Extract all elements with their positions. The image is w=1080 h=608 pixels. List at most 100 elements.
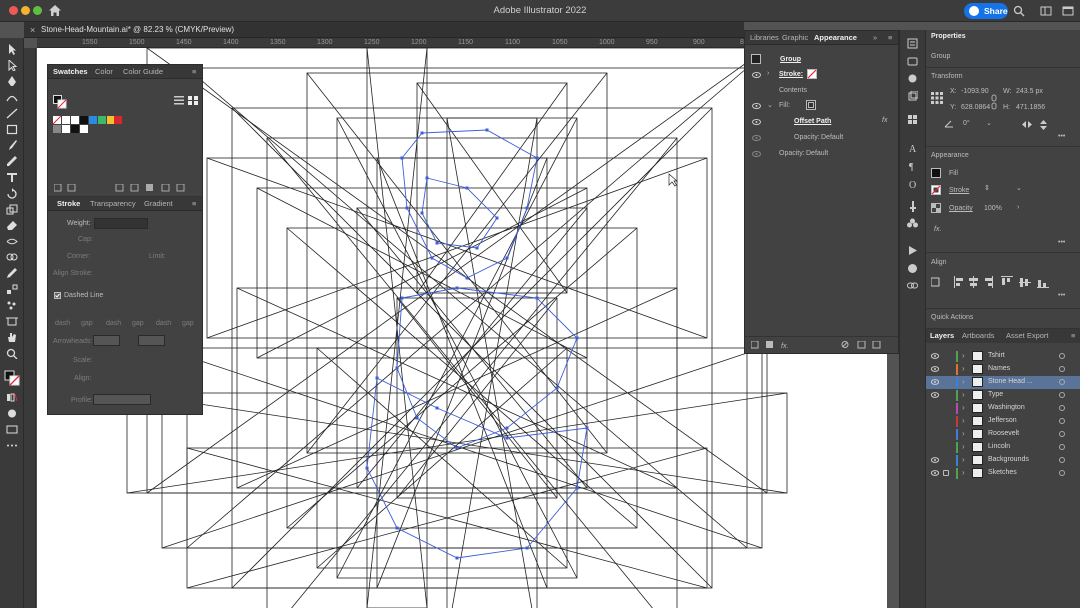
y-field[interactable]: 628.0864	[961, 104, 990, 111]
blend-tool-icon[interactable]	[6, 284, 18, 295]
panel-menu-icon[interactable]: ≡	[192, 67, 196, 76]
anchor-point[interactable]	[425, 176, 429, 180]
layer-row[interactable]: › Washington	[926, 402, 1080, 415]
align-buttons[interactable]	[931, 276, 1076, 288]
pencil-tool-icon[interactable]	[6, 156, 18, 167]
scale-tool-icon[interactable]	[6, 204, 18, 215]
type-tool-icon[interactable]	[6, 172, 18, 183]
layer-row[interactable]: › Type	[926, 389, 1080, 402]
anchor-point[interactable]	[535, 296, 539, 300]
anchor-point[interactable]	[455, 446, 459, 450]
layer-name[interactable]: Stone Head ...	[988, 378, 1033, 385]
anchor-point[interactable]	[525, 546, 529, 550]
chevron-right-icon[interactable]: ›	[962, 351, 965, 360]
constrain-proportions-icon[interactable]	[991, 94, 997, 110]
fill-stroke-swatch-icon[interactable]	[53, 95, 67, 109]
fx-effects-icon[interactable]: fx.	[934, 226, 941, 233]
direct-selection-tool-icon[interactable]	[6, 60, 18, 71]
artboard-tool-icon[interactable]	[6, 316, 18, 327]
swatches-dock-icon[interactable]	[907, 114, 918, 125]
arrange-documents-icon[interactable]	[1040, 5, 1052, 17]
start-arrowhead-select[interactable]	[93, 335, 120, 346]
anchor-point[interactable]	[415, 416, 419, 420]
line-tool-icon[interactable]	[6, 108, 18, 119]
symbol-sprayer-tool-icon[interactable]	[6, 300, 18, 311]
chevron-right-icon[interactable]: ›	[962, 390, 965, 399]
target-circle-icon[interactable]	[1059, 366, 1065, 372]
graphic-styles-icon[interactable]	[907, 263, 918, 274]
fill-label[interactable]: Fill	[949, 170, 958, 177]
actions-play-icon[interactable]	[907, 245, 918, 256]
visibility-toggle-empty[interactable]	[931, 431, 939, 437]
panel-menu-icon[interactable]: ≡	[192, 199, 196, 208]
anchor-point[interactable]	[585, 426, 589, 430]
chevron-right-icon[interactable]: ›	[962, 377, 965, 386]
anchor-point[interactable]	[575, 486, 579, 490]
tab-swatches[interactable]: Swatches	[53, 67, 88, 76]
layer-row[interactable]: › Stone Head ...	[926, 376, 1080, 389]
fx-icon[interactable]: fx	[882, 117, 887, 124]
flip-horizontal-icon[interactable]	[1022, 120, 1032, 129]
target-circle-icon[interactable]	[1059, 379, 1065, 385]
visibility-toggle-empty[interactable]	[931, 405, 939, 411]
anchor-point[interactable]	[555, 386, 559, 390]
target-circle-icon[interactable]	[1059, 457, 1065, 463]
workspace-icon[interactable]	[1062, 5, 1074, 17]
layer-row[interactable]: › Jefferson	[926, 415, 1080, 428]
rotate-tool-icon[interactable]	[6, 188, 18, 199]
layer-name[interactable]: Sketches	[988, 469, 1017, 476]
vertical-ruler[interactable]	[24, 48, 36, 608]
stroke-weight-stepper-icon[interactable]: ⇕	[984, 184, 990, 192]
grid-view-icon[interactable]	[188, 96, 198, 105]
chevron-down-icon[interactable]: ⌄	[767, 101, 773, 109]
width-tool-icon[interactable]	[6, 236, 18, 247]
layer-name[interactable]: Roosevelt	[988, 430, 1019, 437]
anchor-point[interactable]	[365, 466, 369, 470]
list-view-icon[interactable]	[174, 96, 184, 105]
opacity-chevron-icon[interactable]: ›	[1017, 204, 1019, 211]
layer-name[interactable]: Jefferson	[988, 417, 1017, 424]
eraser-tool-icon[interactable]	[6, 220, 18, 231]
visibility-eye-icon[interactable]	[931, 392, 939, 398]
lock-icon[interactable]	[943, 470, 949, 476]
tab-artboards[interactable]: Artboards	[962, 331, 995, 340]
character-panel-icon[interactable]: A	[907, 142, 918, 153]
anchor-point[interactable]	[375, 376, 379, 380]
x-field[interactable]: -1093.90	[961, 88, 989, 95]
tab-asset-export[interactable]: Asset Export	[1006, 331, 1049, 340]
anchor-point[interactable]	[465, 186, 469, 190]
properties-panel-icon[interactable]	[907, 38, 918, 49]
layer-row[interactable]: › Roosevelt	[926, 428, 1080, 441]
anchor-point[interactable]	[575, 336, 579, 340]
screen-mode-icon[interactable]	[6, 424, 18, 435]
angle-dropdown-chevron-icon[interactable]: ⌄	[986, 119, 992, 127]
outer-opacity-label[interactable]: Opacity:	[779, 150, 805, 157]
visibility-toggle-empty[interactable]	[931, 418, 939, 424]
stroke-label[interactable]: Stroke	[949, 187, 969, 194]
group-label[interactable]: Group	[780, 56, 801, 63]
tab-graphic[interactable]: Graphic	[782, 33, 808, 42]
target-circle-icon[interactable]	[1059, 431, 1065, 437]
opentype-panel-icon[interactable]: O	[907, 178, 918, 189]
target-circle-icon[interactable]	[1059, 418, 1065, 424]
layer-name[interactable]: Names	[988, 365, 1010, 372]
target-circle-icon[interactable]	[1059, 392, 1065, 398]
tab-gradient[interactable]: Gradient	[144, 199, 173, 208]
chevron-right-icon[interactable]: ›	[767, 70, 769, 77]
edit-toolbar-icon[interactable]	[6, 440, 18, 451]
target-circle-icon[interactable]	[1059, 405, 1065, 411]
visibility-eye-icon[interactable]	[752, 135, 761, 141]
inner-opacity-label[interactable]: Opacity:	[794, 134, 820, 141]
tab-transparency[interactable]: Transparency	[90, 199, 136, 208]
anchor-point[interactable]	[420, 211, 424, 215]
anchor-point[interactable]	[395, 366, 399, 370]
layer-row[interactable]: › Backgrounds	[926, 454, 1080, 467]
w-field[interactable]: 243.5 px	[1016, 88, 1043, 95]
tab-color-guide[interactable]: Color Guide	[123, 67, 163, 76]
anchor-point[interactable]	[505, 436, 509, 440]
chevron-right-icon[interactable]: ›	[962, 403, 965, 412]
weight-field[interactable]	[94, 218, 148, 229]
layer-name[interactable]: Tshirt	[988, 352, 1005, 359]
h-field[interactable]: 471.1856	[1016, 104, 1045, 111]
layer-name[interactable]: Type	[988, 391, 1003, 398]
